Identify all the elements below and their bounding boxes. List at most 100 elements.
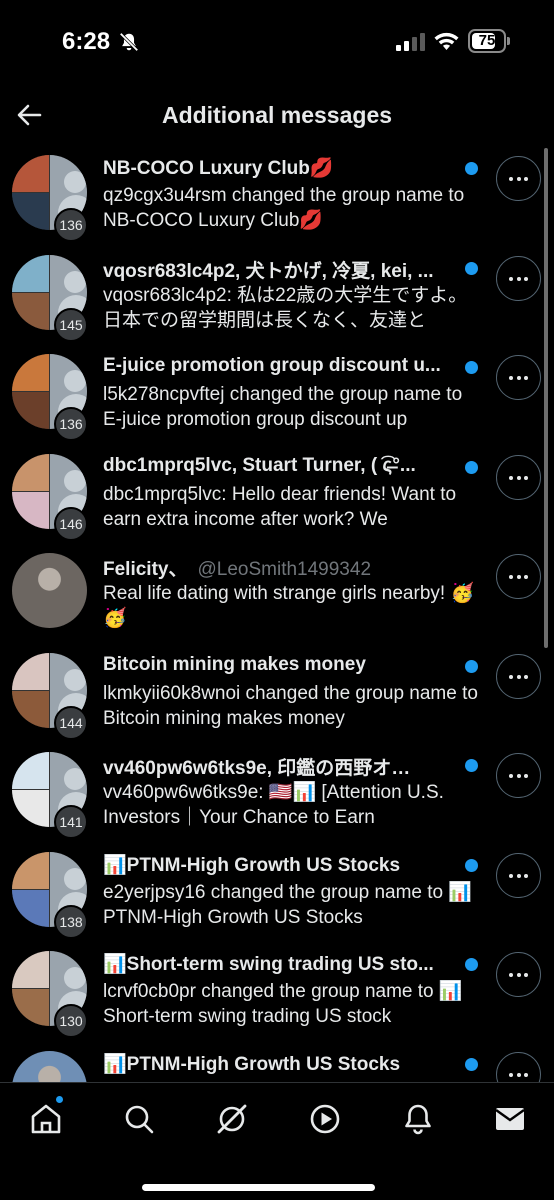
message-row[interactable]: 136 E-juice promotion group discount u..… (0, 349, 554, 449)
more-icon (509, 674, 513, 679)
member-avatar (12, 254, 49, 292)
status-time: 6:28 (62, 28, 111, 55)
conversation-name: 📊PTNM-High Growth US Stocks (103, 854, 401, 876)
avatar[interactable] (12, 553, 87, 628)
more-options-button[interactable] (496, 156, 541, 201)
message-preview: l5k278ncpvftej changed the group name to… (103, 384, 463, 430)
conversation-name: NB-COCO Luxury Club💋 (103, 158, 334, 179)
unread-indicator (465, 460, 478, 474)
unread-indicator (465, 361, 478, 374)
more-options-button[interactable] (496, 753, 541, 798)
message-preview: lcrvf0cb0pr changed the group name to 📊S… (103, 981, 463, 1027)
page-title: Additional messages (161, 102, 393, 128)
more-options-button[interactable] (496, 1051, 541, 1082)
scrollbar[interactable] (544, 148, 548, 648)
member-count-badge: 130 (54, 1004, 88, 1038)
unread-indicator (465, 759, 478, 772)
message-preview: qz9cgx3u4rsm changed the group name to N… (103, 185, 465, 231)
unread-indicator (465, 858, 478, 872)
notifications-icon[interactable] (396, 1097, 440, 1141)
more-options-button[interactable] (496, 554, 541, 599)
message-row[interactable]: 138 📊PTNM-High Growth US Stocks e2yerjps… (0, 847, 554, 947)
member-count-badge: 141 (54, 805, 88, 839)
member-avatar (12, 354, 49, 391)
battery-nub (507, 37, 510, 45)
message-row[interactable]: 144 Bitcoin mining makes money lkmkyii60… (0, 648, 554, 748)
bell-off-icon (119, 32, 139, 52)
conversation-title: 📊PTNM-High Growth US Stocks (103, 853, 458, 877)
bottom-nav (0, 1082, 554, 1200)
message-preview: dbc1mprq5lvc: Hello dear friends! Want t… (103, 483, 457, 530)
more-options-button[interactable] (496, 653, 541, 699)
conversation-title: E-juice promotion group discount u... (103, 355, 458, 377)
conversation-title: Felicity、 @LeoSmith1499342 (103, 554, 458, 581)
video-icon[interactable] (303, 1097, 347, 1141)
unread-indicator (465, 162, 478, 175)
more-icon (509, 177, 513, 181)
conversation-title: vv460pw6w6tks9e, 印鑑の西野オ… (103, 753, 458, 780)
conversation-title: dbc1mprq5lvc, Stuart Turner, ( ͡ς̶°... (103, 455, 458, 477)
more-options-button[interactable] (496, 454, 541, 500)
conversation-title: 📊Short-term swing trading US sto... (103, 952, 458, 976)
user-handle: @LeoSmith1499342 (197, 559, 372, 580)
message-row[interactable]: 146 dbc1mprq5lvc, Stuart Turner, ( ͡ς̶°.… (0, 449, 554, 549)
conversation-title: vqosr683lc4p2, 犬トかげ, 冷夏, kei, ... (103, 256, 458, 283)
member-avatar (12, 155, 49, 192)
message-row[interactable]: 141 vv460pw6w6tks9e, 印鑑の西野オ… vv460pw6w6t… (0, 747, 554, 847)
message-preview: lkmkyii60k8wnoi changed the group name t… (103, 682, 478, 729)
member-avatar (12, 851, 49, 889)
conversation-name: 📊PTNM-High Growth US Stocks (103, 1053, 401, 1075)
member-count-badge: 144 (54, 705, 88, 740)
member-avatar (12, 392, 49, 429)
conversation-name: 📊Short-term swing trading US sto... (103, 954, 434, 975)
member-avatar (12, 652, 49, 690)
more-options-button[interactable] (496, 852, 541, 898)
message-preview: vqosr683lc4p2: 私は22歳の大学生ですよ。日本での留学期間は長くな… (103, 284, 468, 331)
more-options-button[interactable] (496, 255, 541, 301)
wifi-icon (434, 32, 459, 50)
home-indicator (142, 1184, 375, 1191)
home-icon[interactable] (24, 1097, 68, 1141)
member-avatar (12, 292, 49, 330)
search-icon[interactable] (117, 1097, 161, 1141)
more-options-button[interactable] (496, 952, 541, 997)
unread-indicator (465, 1057, 478, 1071)
conversation-name: dbc1mprq5lvc, Stuart Turner, ( ͡ς̶°... (103, 454, 416, 476)
message-row[interactable]: 145 vqosr683lc4p2, 犬トかげ, 冷夏, kei, ... vq… (0, 250, 554, 350)
message-preview: vv460pw6w6tks9e: 🇺🇸📊 [Attention U.S. Inv… (103, 782, 444, 828)
member-avatar (12, 690, 49, 728)
conversation-name: Felicity、 (103, 559, 188, 580)
member-avatar (12, 752, 49, 789)
more-options-button[interactable] (496, 355, 541, 400)
message-row[interactable]: 136 NB-COCO Luxury Club💋 qz9cgx3u4rsm ch… (0, 150, 554, 250)
message-row[interactable]: Felicity、 @LeoSmith1499342 Real life dati… (0, 548, 554, 648)
conversation-name: vv460pw6w6tks9e, 印鑑の西野オ… (103, 758, 411, 779)
message-preview: Real life dating with strange girls near… (103, 583, 475, 629)
more-icon (509, 1072, 513, 1077)
more-icon (509, 873, 513, 878)
conversation-title: Bitcoin mining makes money (103, 654, 458, 676)
message-list[interactable]: 136 NB-COCO Luxury Club💋 qz9cgx3u4rsm ch… (0, 150, 554, 1082)
member-count-badge: 136 (54, 208, 88, 242)
member-avatar (12, 989, 49, 1026)
status-bar: 6:28 75 (0, 0, 554, 80)
unread-indicator (465, 958, 478, 971)
conversation-name: Bitcoin mining makes money (103, 653, 366, 675)
member-avatar (12, 889, 49, 927)
header: Additional messages (0, 80, 554, 150)
more-icon (509, 575, 513, 579)
messages-icon[interactable] (488, 1097, 532, 1141)
member-count-badge: 146 (54, 506, 88, 541)
avatar[interactable] (12, 1050, 87, 1082)
more-icon (509, 774, 513, 778)
more-icon (509, 475, 513, 480)
home-unread-dot (56, 1096, 63, 1103)
unread-indicator (465, 261, 478, 275)
more-icon (509, 276, 513, 281)
grok-icon[interactable] (210, 1097, 254, 1141)
message-preview: e2yerjpsy16 changed the group name to 📊P… (103, 881, 473, 928)
conversation-name: E-juice promotion group discount u... (103, 355, 441, 376)
message-row[interactable]: 130 📊Short-term swing trading US sto... … (0, 946, 554, 1046)
message-row[interactable]: 📊PTNM-High Growth US Stocks (0, 1046, 554, 1082)
member-count-badge: 145 (54, 307, 88, 342)
